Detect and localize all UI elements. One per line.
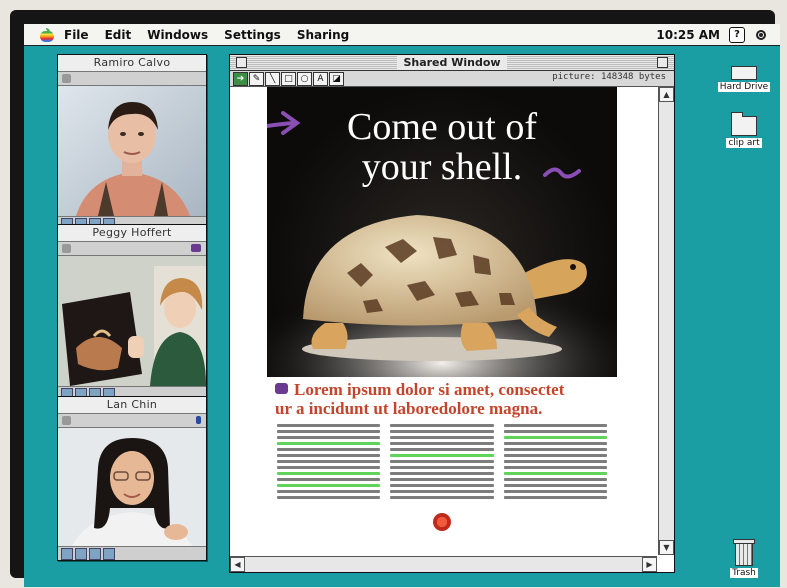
scroll-left-arrow-icon[interactable]: ◀: [230, 557, 245, 572]
annotation-squiggle-icon: [543, 167, 581, 179]
scroll-right-arrow-icon[interactable]: ▶: [642, 557, 657, 572]
participant-video-image: [58, 86, 206, 216]
shared-window-titlebar[interactable]: Shared Window: [230, 55, 674, 71]
shared-window-title: Shared Window: [397, 56, 507, 69]
folder-glyph: [731, 112, 757, 136]
ad-subhead: Lorem ipsum dolor si amet, consectet ur …: [275, 380, 615, 418]
clip-art-label: clip art: [726, 138, 762, 148]
clip-art-folder-icon[interactable]: clip art: [718, 112, 770, 148]
monitor-bezel: File Edit Windows Settings Sharing 10:25…: [10, 10, 780, 587]
pointing-hand-icon[interactable]: [191, 244, 201, 252]
video-toolbar: [58, 414, 206, 428]
video-toolbar: [58, 242, 206, 256]
scroll-down-arrow-icon[interactable]: ▼: [659, 540, 674, 555]
settings-button[interactable]: [103, 548, 115, 560]
rectangle-tool-icon[interactable]: □: [281, 71, 296, 86]
speaker-icon[interactable]: [62, 74, 71, 83]
trash-label: Trash: [730, 568, 758, 578]
body-column: [503, 424, 607, 502]
line-tool-icon[interactable]: ╲: [265, 71, 280, 86]
video-window-title[interactable]: Peggy Hoffert: [58, 225, 206, 242]
headline-line-1: Come out of: [347, 106, 537, 148]
subhead-line-1: Lorem ipsum dolor si amet, consectet: [294, 380, 565, 399]
body-column: [277, 424, 381, 502]
video-feed: [58, 86, 206, 216]
trash-icon[interactable]: Trash: [722, 539, 766, 578]
video-window-title[interactable]: Lan Chin: [58, 397, 206, 414]
shared-window[interactable]: Shared Window ➔ ✎ ╲ □ ○ A ◪ picture: 148…: [229, 54, 675, 573]
menu-windows[interactable]: Windows: [147, 28, 208, 42]
oval-tool-icon[interactable]: ○: [297, 71, 312, 86]
pointing-hand-icon: [275, 383, 288, 394]
video-window-title[interactable]: Ramiro Calvo: [58, 55, 206, 72]
body-text-columns: [277, 424, 607, 502]
subhead-line-2: ur a incidunt ut laboredolore magna.: [275, 399, 543, 418]
horizontal-scrollbar[interactable]: ◀ ▶: [230, 556, 657, 572]
trash-can-glyph: [733, 539, 755, 566]
close-box-icon[interactable]: [236, 57, 247, 68]
participant-video-image: [58, 428, 206, 546]
desktop: File Edit Windows Settings Sharing 10:25…: [24, 24, 780, 587]
video-feed: [58, 428, 206, 546]
pause-button[interactable]: [75, 548, 87, 560]
snapshot-button[interactable]: [89, 548, 101, 560]
menu-settings[interactable]: Settings: [224, 28, 281, 42]
document-page: Come out of your shell. Lorem ipsum dolo…: [267, 87, 617, 555]
scroll-up-arrow-icon[interactable]: ▲: [659, 87, 674, 102]
menu-edit[interactable]: Edit: [105, 28, 132, 42]
pointer-tool-icon[interactable]: ➔: [233, 71, 248, 86]
company-logo: [433, 513, 451, 531]
annotation-toolbar: ➔ ✎ ╲ □ ○ A ◪ picture: 148348 bytes: [230, 71, 674, 87]
hard-drive-glyph: [731, 66, 757, 80]
help-icon[interactable]: ?: [729, 26, 745, 43]
speaker-icon[interactable]: [62, 416, 71, 425]
video-window-ramiro[interactable]: Ramiro Calvo: [57, 54, 207, 231]
pen-icon[interactable]: [196, 416, 201, 424]
hard-drive-label: Hard Drive: [717, 82, 771, 92]
picture-size-info: picture: 148348 bytes: [552, 72, 666, 82]
menu-clock[interactable]: 10:25 AM: [656, 28, 720, 42]
pencil-tool-icon[interactable]: ✎: [249, 71, 264, 86]
body-column: [390, 424, 494, 502]
menu-bar: File Edit Windows Settings Sharing 10:25…: [24, 24, 780, 46]
annotation-arrow-icon: [267, 111, 301, 135]
participant-video-image: [58, 256, 206, 386]
apple-menu-icon[interactable]: [40, 27, 54, 42]
application-menu-icon[interactable]: [754, 28, 768, 42]
eraser-tool-icon[interactable]: ◪: [329, 71, 344, 86]
vertical-scrollbar[interactable]: ▲ ▼: [658, 87, 674, 555]
video-controls: [58, 546, 206, 560]
menu-file[interactable]: File: [64, 28, 89, 42]
text-tool-icon[interactable]: A: [313, 71, 328, 86]
speaker-icon[interactable]: [62, 244, 71, 253]
mute-button[interactable]: [61, 548, 73, 560]
hard-drive-icon[interactable]: Hard Drive: [714, 66, 774, 92]
shared-canvas[interactable]: Come out of your shell. Lorem ipsum dolo…: [230, 87, 657, 555]
hero-image: Come out of your shell.: [267, 87, 617, 377]
menu-sharing[interactable]: Sharing: [297, 28, 349, 42]
video-window-lan[interactable]: Lan Chin: [57, 396, 207, 561]
zoom-box-icon[interactable]: [657, 57, 668, 68]
video-toolbar: [58, 72, 206, 86]
video-window-peggy[interactable]: Peggy Hoffert: [57, 224, 207, 401]
video-feed: [58, 256, 206, 386]
